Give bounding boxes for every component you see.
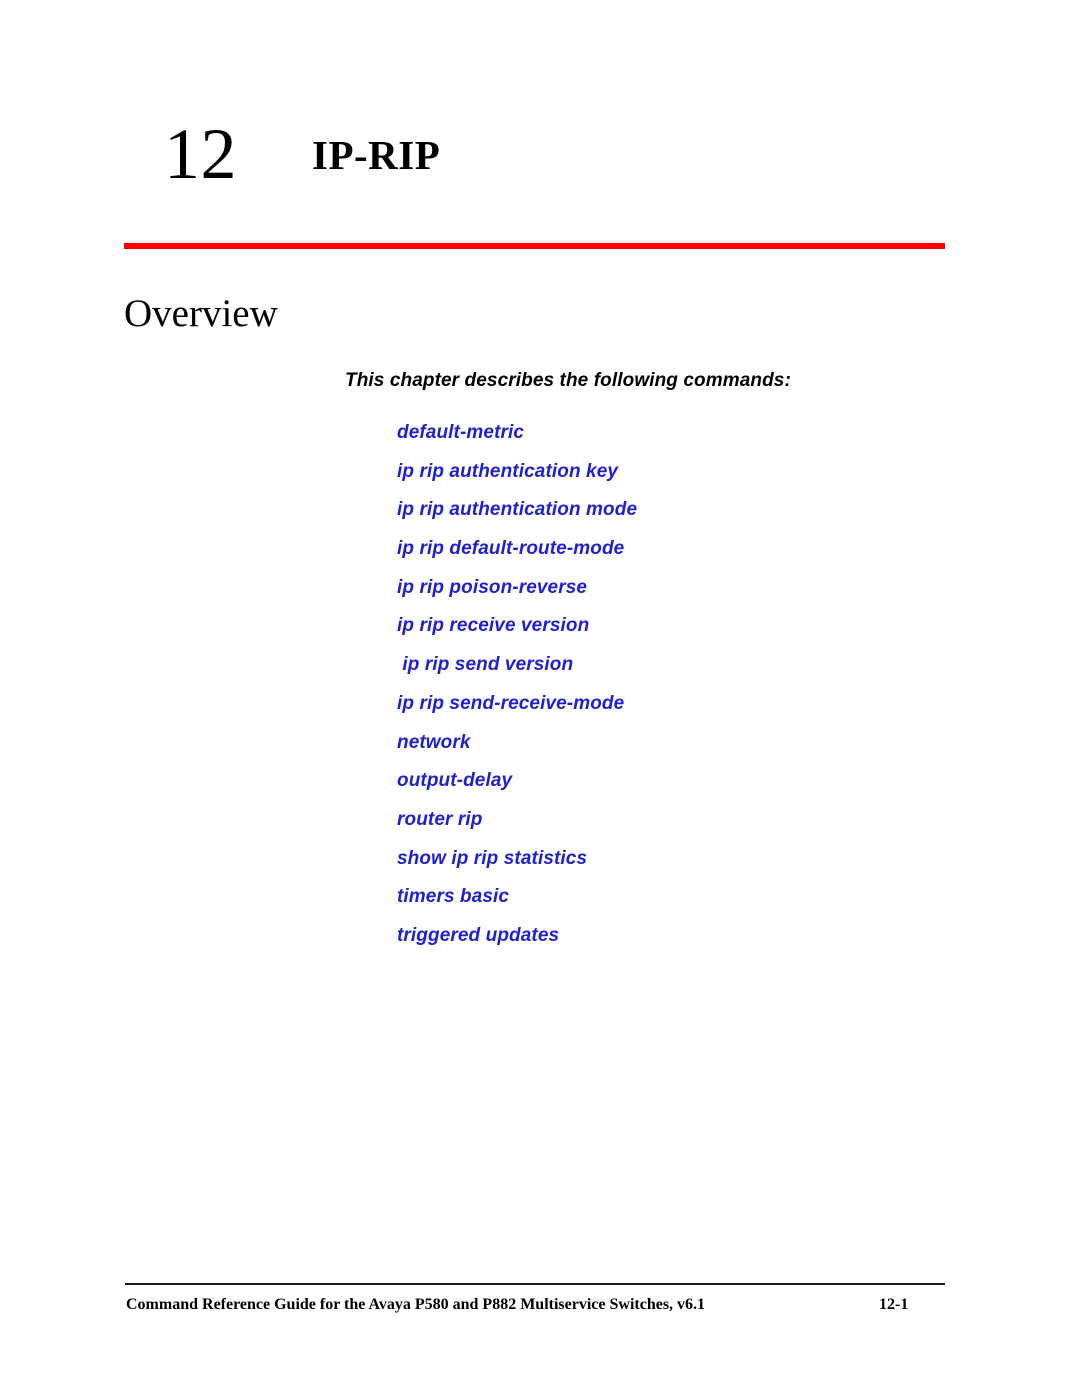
footer-page-number: 12-1 [879,1296,909,1313]
footer-document-title: Command Reference Guide for the Avaya P5… [126,1296,706,1313]
list-item[interactable]: network [397,730,957,769]
list-item[interactable]: ip rip authentication mode [397,497,957,536]
list-item[interactable]: ip rip send-receive-mode [397,691,957,730]
list-item[interactable]: ip rip receive version [397,613,957,652]
list-item[interactable]: default-metric [397,420,957,459]
list-item[interactable]: timers basic [397,884,957,923]
chapter-heading: 12 IP-RIP [124,108,948,208]
list-item[interactable]: output-delay [397,768,957,807]
chapter-number: 12 [164,114,237,194]
list-item[interactable]: ip rip default-route-mode [397,536,957,575]
list-item[interactable]: show ip rip statistics [397,846,957,885]
list-item[interactable]: router rip [397,807,957,846]
red-divider-rule [124,243,945,249]
chapter-intro-text: This chapter describes the following com… [345,370,791,391]
list-item[interactable]: ip rip send version [397,652,957,691]
section-heading-overview: Overview [124,292,278,335]
list-item[interactable]: ip rip poison-reverse [397,575,957,614]
footer-divider-rule [125,1283,945,1285]
chapter-title: IP-RIP [312,132,441,178]
document-page: 12 IP-RIP Overview This chapter describe… [0,0,1080,1397]
list-item[interactable]: ip rip authentication key [397,459,957,498]
command-list: default-metric ip rip authentication key… [397,420,957,962]
list-item[interactable]: triggered updates [397,923,957,962]
